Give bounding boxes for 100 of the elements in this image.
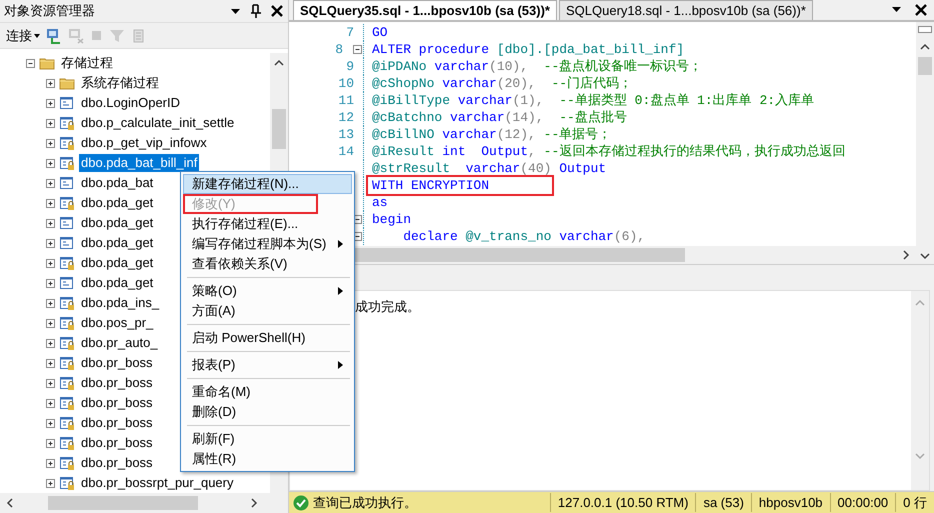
locked-procedure-icon: [59, 395, 75, 411]
connect-server-icon[interactable]: [46, 28, 62, 44]
line-number: 9: [345, 58, 355, 76]
tree-item[interactable]: dbo.pr_boss: [79, 434, 155, 452]
pin-icon[interactable]: [249, 4, 262, 18]
scroll-up-icon[interactable]: [920, 43, 930, 51]
tree-item[interactable]: dbo.pr_boss: [79, 374, 155, 392]
locked-procedure-icon: [59, 375, 75, 391]
status-message: 查询已成功执行。: [313, 494, 418, 512]
tree-item[interactable]: dbo.LoginOperID: [79, 94, 182, 112]
locked-procedure-icon: [59, 415, 75, 431]
menu-item[interactable]: 新建存储过程(N)...: [183, 174, 352, 194]
tree-item[interactable]: dbo.pda_get: [79, 194, 156, 212]
tree-item[interactable]: dbo.pr_boss: [79, 394, 155, 412]
locked-procedure-icon: [59, 455, 75, 471]
collapse-icon[interactable]: [353, 45, 362, 54]
code-line: @cBillNO varchar(12), --单据号；: [372, 126, 612, 143]
tree-item[interactable]: dbo.pr_boss: [79, 454, 155, 472]
expand-icon[interactable]: [46, 198, 55, 208]
locked-procedure-icon: [59, 155, 75, 171]
tree-item[interactable]: dbo.pda_ins_: [79, 294, 162, 312]
scroll-thumb[interactable]: [918, 57, 932, 75]
status-field: hbposv10b: [750, 492, 830, 512]
expand-icon[interactable]: [46, 278, 55, 288]
expand-icon[interactable]: [46, 358, 55, 368]
menu-item[interactable]: 策略(O): [183, 281, 352, 301]
scroll-left-icon[interactable]: [6, 498, 14, 508]
expand-icon[interactable]: [46, 218, 55, 228]
code-line: @iResult int Output, --返回本存储过程执行的结果代码，执行成功总返回: [372, 143, 846, 160]
locked-procedure-icon: [59, 435, 75, 451]
expand-icon[interactable]: [46, 138, 55, 148]
expand-icon[interactable]: [46, 338, 55, 348]
expand-icon[interactable]: [46, 78, 55, 88]
status-field: 127.0.0.1 (10.50 RTM): [550, 492, 696, 512]
expand-icon[interactable]: [46, 98, 55, 108]
close-icon[interactable]: [270, 4, 284, 18]
tree-item[interactable]: dbo.pos_pr_: [79, 314, 156, 332]
tree-item[interactable]: 存储过程: [59, 54, 115, 72]
expand-icon[interactable]: [46, 418, 55, 428]
tree-item[interactable]: 系统存储过程: [79, 74, 161, 92]
query-tab[interactable]: SQLQuery35.sql - 1...bposv10b (sa (53))*: [293, 0, 557, 20]
expand-icon[interactable]: [46, 118, 55, 128]
status-field: 0 行: [895, 492, 934, 512]
procedure-icon: [59, 275, 75, 291]
menu-item[interactable]: 查看依赖关系(V): [183, 254, 352, 274]
locked-procedure-icon: [59, 355, 75, 371]
procedure-icon: [59, 215, 75, 231]
query-tab[interactable]: SQLQuery18.sql - 1...bposv10b (sa (56))*: [558, 0, 813, 20]
tree-item[interactable]: dbo.pda_bat: [79, 174, 156, 192]
expand-icon[interactable]: [46, 238, 55, 248]
expand-icon[interactable]: [46, 158, 55, 168]
scroll-down-icon[interactable]: [920, 252, 930, 260]
expand-icon[interactable]: [46, 478, 55, 488]
menu-item[interactable]: 方面(A): [183, 301, 352, 321]
menu-item[interactable]: 编写存储过程脚本为(S): [183, 234, 352, 254]
tree-item[interactable]: dbo.pr_boss: [79, 414, 155, 432]
menu-item[interactable]: 报表(P): [183, 355, 352, 375]
tree-item[interactable]: dbo.p_calculate_init_settle: [79, 114, 236, 132]
expand-icon[interactable]: [46, 378, 55, 388]
menu-item[interactable]: 删除(D): [183, 402, 352, 422]
scrollbar[interactable]: [916, 22, 934, 264]
connect-button[interactable]: 连接: [6, 26, 40, 46]
tree-item[interactable]: dbo.pda_get: [79, 254, 156, 272]
line-number: 11: [337, 92, 355, 110]
code-line: GO: [372, 24, 389, 41]
code-line: @strResult varchar(40) Output: [372, 160, 608, 177]
tree-item[interactable]: dbo.pda_bat_bill_inf: [79, 154, 200, 172]
tree-item[interactable]: dbo.p_get_vip_infowx: [79, 134, 209, 152]
tree-item[interactable]: dbo.pr_bossrpt_pur_query: [79, 474, 236, 492]
close-icon[interactable]: [914, 2, 928, 17]
scroll-thumb[interactable]: [48, 496, 198, 510]
splitter-icon[interactable]: [918, 26, 932, 33]
scroll-right-icon[interactable]: [250, 498, 258, 508]
expand-icon[interactable]: [46, 398, 55, 408]
dropdown-icon[interactable]: [892, 7, 900, 12]
expand-icon[interactable]: [46, 318, 55, 328]
scroll-thumb[interactable]: [272, 109, 286, 149]
scrollbar[interactable]: [0, 493, 288, 513]
tree-item[interactable]: dbo.pr_boss: [79, 354, 155, 372]
expand-icon[interactable]: [46, 178, 55, 188]
scroll-right-icon[interactable]: [902, 250, 910, 260]
tree-item[interactable]: dbo.pda_get: [79, 234, 156, 252]
expand-icon[interactable]: [46, 258, 55, 268]
caret-icon: [34, 34, 40, 38]
menu-item[interactable]: 执行存储过程(E)...: [183, 214, 352, 234]
menu-item[interactable]: 刷新(F): [183, 429, 352, 449]
tree-item[interactable]: dbo.pda_get: [79, 214, 156, 232]
procedure-icon: [59, 175, 75, 191]
tree-item[interactable]: dbo.pr_auto_: [79, 334, 160, 352]
menu-item[interactable]: 重命名(M): [183, 382, 352, 402]
expand-icon[interactable]: [46, 458, 55, 468]
scroll-thumb[interactable]: [355, 248, 685, 262]
tree-item[interactable]: dbo.pda_get: [79, 274, 156, 292]
collapse-icon[interactable]: [26, 58, 35, 68]
locked-procedure-icon: [59, 335, 75, 351]
expand-icon[interactable]: [46, 298, 55, 308]
menu-item[interactable]: 属性(R): [183, 449, 352, 469]
scroll-up-icon[interactable]: [274, 59, 284, 67]
expand-icon[interactable]: [46, 438, 55, 448]
menu-item[interactable]: 启动 PowerShell(H): [183, 328, 352, 348]
